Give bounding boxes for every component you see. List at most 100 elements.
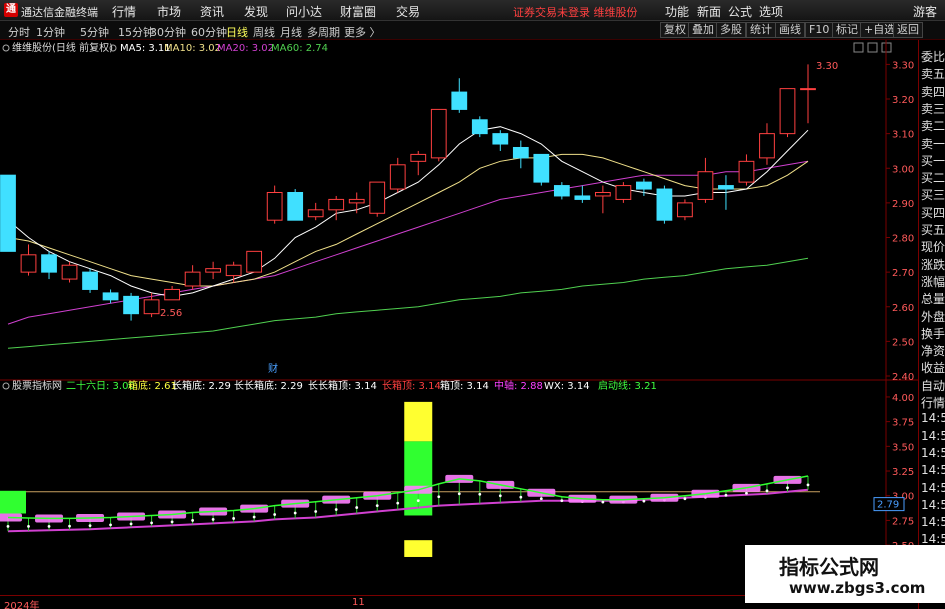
candle-down — [533, 153, 550, 183]
side-panel-item: 14:50 — [921, 515, 945, 530]
event-marker[interactable]: 财 — [268, 362, 278, 375]
price-tick-label: 2.90 — [892, 199, 914, 210]
band-dot — [539, 497, 543, 501]
band-dot — [88, 524, 92, 528]
tab-1min[interactable]: 1分钟 — [36, 24, 65, 40]
band-dot — [170, 520, 174, 524]
f10-button[interactable]: F10 — [805, 22, 834, 38]
current-value-label: 2.79 — [877, 500, 899, 511]
stats-button[interactable]: 统计 — [746, 22, 776, 38]
indicator-legend-item: 箱顶: 3.14 — [440, 379, 489, 392]
candle-up — [738, 160, 755, 183]
indicator-tick-label: 2.75 — [892, 516, 914, 527]
side-panel-item: 14:50 — [921, 445, 945, 460]
band-dot — [375, 504, 379, 508]
formula-button[interactable]: 公式 — [728, 3, 752, 20]
indicator-title: 股票指标网 — [12, 379, 62, 392]
price-tick-label: 3.10 — [892, 130, 914, 141]
band-dot — [437, 495, 441, 499]
tab-15min[interactable]: 15分钟 — [118, 24, 154, 40]
side-panel-item: 14:50 — [921, 480, 945, 495]
side-panel-item: 买一 — [921, 153, 945, 168]
ma20-legend: MA20: 3.02 — [217, 43, 274, 54]
price-tick-label: 2.60 — [892, 303, 914, 314]
menu-news[interactable]: 资讯 — [200, 3, 224, 20]
menu-market[interactable]: 市场 — [157, 3, 181, 20]
band-dot — [355, 506, 359, 509]
candle-up — [759, 133, 775, 159]
candle-up — [328, 198, 345, 211]
indicator-legend-item: 箱底: 2.61 — [128, 379, 177, 392]
candle-up — [594, 191, 611, 197]
menu-wealth-circle[interactable]: 财富圈 — [340, 3, 376, 20]
menu-trade[interactable]: 交易 — [396, 3, 420, 20]
band-dot — [765, 489, 769, 493]
band-dot — [642, 499, 646, 503]
app-logo-icon: 通 — [4, 3, 18, 17]
side-panel-item: 卖一 — [921, 136, 945, 151]
signal-bar-bottom — [404, 540, 433, 557]
function-button[interactable]: 功能 — [665, 3, 689, 20]
band-dot — [252, 515, 256, 519]
candle-down — [82, 271, 98, 290]
tab-monthly[interactable]: 月线 — [280, 24, 302, 40]
indicator-legend-item: 长箱底: 2.29 — [172, 379, 231, 392]
candle-up — [205, 268, 222, 273]
side-panel-item: 外盘 — [921, 309, 945, 324]
multi-stock-button[interactable]: 多股 — [716, 22, 746, 38]
band-dot — [745, 491, 748, 495]
ma60-legend: MA60: 2.74 — [271, 43, 328, 54]
tab-30min[interactable]: 30分钟 — [150, 24, 186, 40]
signal-bar-top — [404, 401, 433, 442]
menu-ask-xiaoda[interactable]: 问小达 — [286, 3, 322, 20]
band-dot — [109, 523, 112, 527]
candle-up — [369, 181, 386, 214]
band-dot — [68, 524, 71, 528]
price-tick-label: 2.80 — [892, 234, 914, 245]
candle-up — [615, 185, 632, 200]
indicator-legend-item: WX: 3.14 — [544, 381, 590, 392]
candle-up — [348, 198, 365, 204]
side-panel-item: 涨跌 — [921, 257, 945, 272]
indicator-tick-label: 3.25 — [892, 467, 914, 478]
login-status[interactable]: 证券交易未登录 维维股份 — [513, 4, 638, 20]
overlay-button[interactable]: 叠加 — [688, 22, 718, 38]
price-tick-label: 3.00 — [892, 164, 914, 175]
band-dot — [498, 494, 502, 498]
candle-up — [164, 288, 180, 301]
adjust-button[interactable]: 复权 — [660, 22, 690, 38]
signal-block-left — [0, 490, 26, 514]
candle-up — [410, 153, 427, 162]
guest-user[interactable]: 游客 — [913, 3, 937, 20]
candle-down — [287, 191, 304, 221]
tab-weekly[interactable]: 周线 — [253, 24, 275, 40]
tab-60min[interactable]: 60分钟 — [191, 24, 227, 40]
price-chart[interactable]: 维维股份(日线 前复权) MA5: 3.11 MA10: 3.02 MA20: … — [0, 40, 918, 595]
draw-line-button[interactable]: 画线 — [775, 22, 805, 38]
tab-daily[interactable]: 日线 — [226, 24, 248, 40]
indicator-legend-item: 启动线: 3.21 — [598, 379, 657, 392]
candle-down — [102, 292, 119, 301]
band-dot — [786, 486, 789, 490]
tab-intraday[interactable]: 分时 — [8, 24, 30, 40]
ma10-legend: MA10: 3.02 — [164, 43, 221, 54]
side-panel-item: 现价 — [921, 240, 945, 255]
back-button[interactable]: 返回 — [893, 22, 923, 38]
indicator-tick-label: 4.00 — [892, 393, 914, 404]
menu-discover[interactable]: 发现 — [244, 3, 268, 20]
indicator-legend-item: 中轴: 2.88 — [494, 379, 543, 392]
tab-multi-period[interactable]: 多周期 — [307, 24, 340, 40]
tab-5min[interactable]: 5分钟 — [80, 24, 109, 40]
options-button[interactable]: 选项 — [759, 3, 783, 20]
side-panel-item: 14:50 — [921, 497, 945, 512]
tab-more[interactable]: 更多 〉 — [344, 24, 381, 40]
indicator-tick-label: 3.75 — [892, 418, 914, 429]
candle-down — [553, 185, 570, 197]
mark-button[interactable]: 标记 — [832, 22, 862, 38]
new-page-button[interactable]: 新面 — [697, 3, 721, 20]
side-panel-item: 净资 — [921, 344, 945, 359]
indicator-legend-item: 长长箱顶: 3.14 — [308, 379, 377, 392]
menu-quotes[interactable]: 行情 — [112, 3, 136, 20]
side-panel-item: 14:50 — [921, 411, 945, 426]
candle-up — [677, 202, 693, 218]
